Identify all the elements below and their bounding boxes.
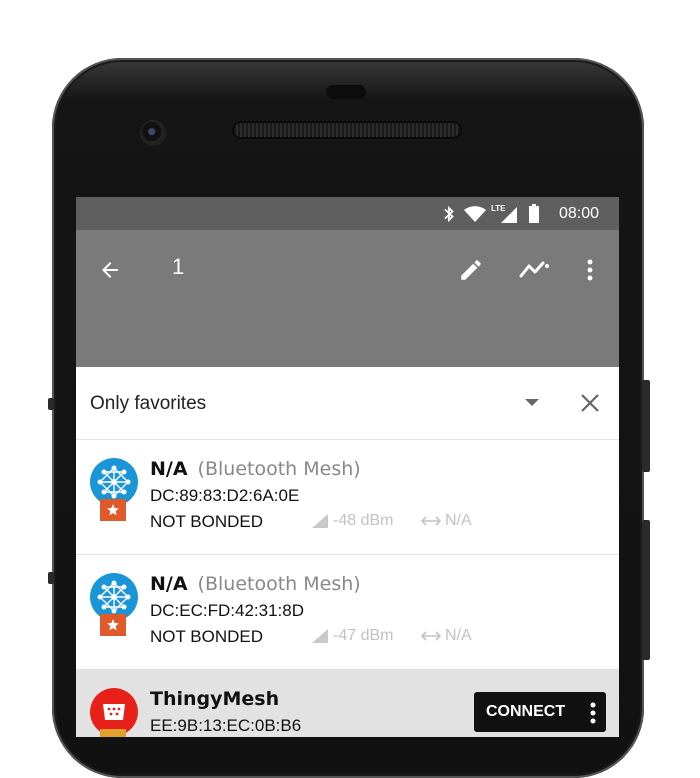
rssi-value: -47 dBm <box>333 627 394 644</box>
screen: LTE 08:00 1 Only favorites N/A (Bluetoot… <box>76 197 619 737</box>
status-bar: LTE 08:00 <box>76 197 619 230</box>
device-type: (Bluetooth Mesh) <box>197 458 361 480</box>
clear-filter-button[interactable] <box>574 387 606 419</box>
bond-state: NOT BONDED <box>150 627 264 646</box>
rssi-readout: -47 dBm <box>311 627 393 645</box>
app-bar: 1 <box>76 230 619 367</box>
arrow-back-icon <box>102 262 118 278</box>
phone-volume-button <box>642 520 650 660</box>
device-name: N/A (Bluetooth Mesh) <box>150 573 361 595</box>
more-vert-icon[interactable] <box>590 702 596 724</box>
device-row[interactable]: N/A (Bluetooth Mesh) DC:89:83:D2:6A:0E NO… <box>76 440 619 555</box>
pencil-icon <box>461 260 481 280</box>
device-name: ThingyMesh <box>150 688 280 710</box>
speaker-grille <box>234 123 460 137</box>
device-address: DC:EC:FD:42:31:8D <box>150 601 304 620</box>
rssi-value: -48 dBm <box>333 512 394 529</box>
trending-graph-icon <box>519 261 549 278</box>
phone-left-button <box>48 398 54 410</box>
interval-value: N/A <box>445 512 472 529</box>
favorite-star-icon <box>100 499 126 521</box>
interval-arrows-icon <box>421 516 441 526</box>
graph-button[interactable] <box>514 250 554 290</box>
interval-arrows-icon <box>421 631 441 641</box>
interval-value: N/A <box>445 627 472 644</box>
dropdown-arrow-icon <box>525 399 539 406</box>
svg-text:LTE: LTE <box>491 204 506 213</box>
favorite-star-icon <box>100 614 126 636</box>
battery-icon <box>528 204 540 229</box>
phone-left-button <box>48 572 54 584</box>
favorite-star-icon <box>100 729 126 737</box>
filter-dropdown-button[interactable] <box>516 387 548 419</box>
bond-state: NOT BONDED <box>150 512 264 531</box>
device-name: N/A (Bluetooth Mesh) <box>150 458 361 480</box>
edit-button[interactable] <box>451 250 491 290</box>
connect-label: CONNECT <box>486 703 566 720</box>
bluetooth-icon <box>442 205 456 228</box>
filter-bar: Only favorites <box>76 367 619 440</box>
signal-strength-icon <box>312 629 328 643</box>
phone-side-button <box>642 380 650 472</box>
signal-strength-icon <box>312 514 328 528</box>
wifi-icon <box>464 206 486 227</box>
lte-signal-icon: LTE <box>491 203 519 230</box>
more-vert-icon <box>587 259 593 281</box>
page-title: 1 <box>172 254 185 279</box>
interval-readout: N/A <box>421 512 472 530</box>
connect-button[interactable]: CONNECT <box>474 692 606 732</box>
earpiece-slot <box>326 85 366 99</box>
device-address: EE:9B:13:EC:0B:B6 <box>150 716 302 735</box>
device-row[interactable]: ThingyMesh EE:9B:13:EC:0B:B6 CONNECT <box>76 670 619 737</box>
front-camera <box>140 120 166 146</box>
device-row[interactable]: N/A (Bluetooth Mesh) DC:EC:FD:42:31:8D NO… <box>76 555 619 670</box>
interval-readout: N/A <box>421 627 472 645</box>
device-address: DC:89:83:D2:6A:0E <box>150 486 300 505</box>
device-type: (Bluetooth Mesh) <box>197 573 361 595</box>
close-icon <box>581 394 599 412</box>
status-time: 08:00 <box>558 205 599 222</box>
filter-label: Only favorites <box>90 393 207 414</box>
overflow-menu-button[interactable] <box>570 250 610 290</box>
back-button[interactable] <box>90 250 130 290</box>
rssi-readout: -48 dBm <box>311 512 393 530</box>
